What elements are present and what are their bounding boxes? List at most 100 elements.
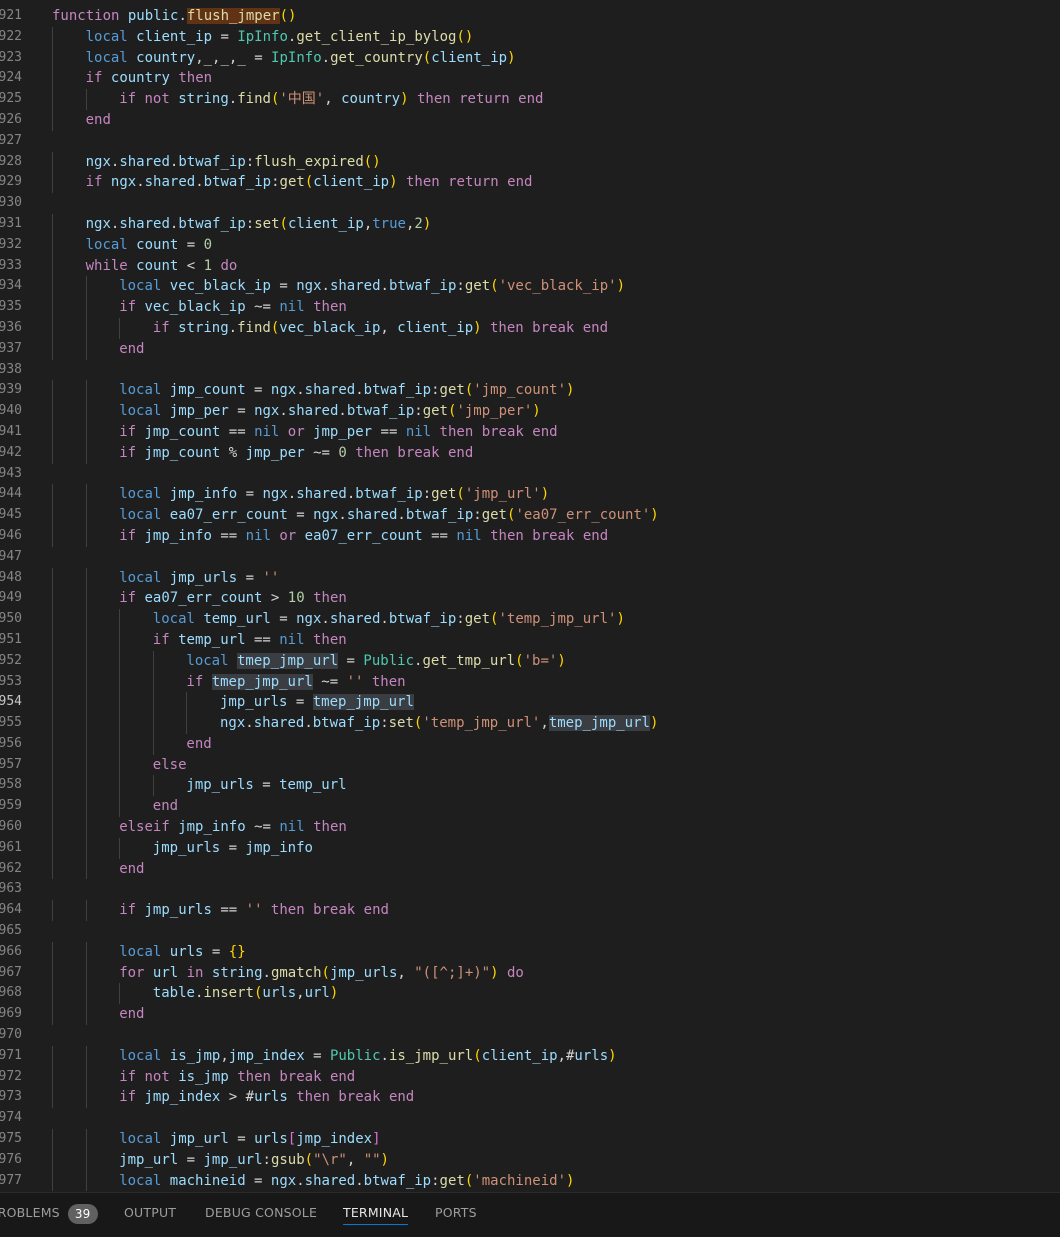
- code-token: ==: [245, 631, 280, 648]
- indent-guide: [119, 796, 121, 818]
- indent-guide: [52, 317, 53, 339]
- code-line[interactable]: else: [52, 754, 1060, 776]
- code-line[interactable]: ngx.shared.btwaf_ip:set(client_ip,true,2…: [52, 213, 1060, 235]
- code-line[interactable]: [52, 1025, 1060, 1046]
- indent-guide: [85, 317, 87, 339]
- code-token: 2: [414, 215, 423, 232]
- code-line[interactable]: if country then: [52, 68, 1060, 90]
- code-token: > #: [220, 1089, 255, 1106]
- code-line[interactable]: local machineid = ngx.shared.btwaf_ip:ge…: [52, 1170, 1060, 1192]
- code-line[interactable]: jmp_urls = jmp_info: [52, 837, 1060, 859]
- code-line[interactable]: jmp_url = jmp_url:gsub("\r", ""): [52, 1149, 1060, 1171]
- code-token: if: [119, 299, 145, 316]
- code-line[interactable]: if ngx.shared.btwaf_ip:get(client_ip) th…: [52, 172, 1060, 194]
- code-line[interactable]: local jmp_urls = '': [52, 567, 1060, 589]
- code-token: country: [341, 91, 401, 108]
- code-token: jmp_urls: [220, 694, 288, 711]
- code-token: 'jmp_count': [473, 382, 566, 399]
- code-line[interactable]: [52, 879, 1060, 900]
- code-line[interactable]: ngx.shared.btwaf_ip:set('temp_jmp_url',t…: [52, 713, 1060, 734]
- line-number: 938: [0, 361, 22, 377]
- code-line[interactable]: if jmp_count % jmp_per ~= 0 then break e…: [52, 442, 1060, 464]
- code-line[interactable]: [52, 193, 1060, 214]
- indent-guide: [152, 671, 154, 693]
- code-line[interactable]: [52, 1108, 1060, 1129]
- code-line[interactable]: end: [52, 858, 1060, 880]
- code-line[interactable]: local temp_url = ngx.shared.btwaf_ip:get…: [52, 609, 1060, 630]
- indent-guide: [119, 317, 121, 339]
- code-token: .: [380, 1047, 389, 1064]
- code-token: ==: [211, 527, 246, 544]
- indent-guide: [186, 692, 188, 714]
- code-line[interactable]: if not string.find('中国', country) then r…: [52, 89, 1060, 110]
- code-line[interactable]: local client_ip = IpInfo.get_client_ip_b…: [52, 26, 1060, 48]
- code-line[interactable]: local jmp_url = urls[jmp_index]: [52, 1129, 1060, 1150]
- indent-guide: [52, 1045, 53, 1067]
- code-line[interactable]: function public.flush_jmper(): [52, 6, 1060, 27]
- code-line[interactable]: [52, 921, 1060, 942]
- line-number: 926: [0, 111, 22, 127]
- code-line[interactable]: if vec_black_ip ~= nil then: [52, 297, 1060, 318]
- indent-guide: [85, 629, 87, 651]
- code-line[interactable]: [52, 360, 1060, 381]
- tab-ports[interactable]: PORTS: [435, 1193, 477, 1235]
- code-line[interactable]: end: [52, 338, 1060, 360]
- code-line[interactable]: while count < 1 do: [52, 255, 1060, 277]
- code-token: .: [338, 403, 347, 420]
- code-line[interactable]: jmp_urls = tmep_jmp_url: [52, 692, 1060, 714]
- code-token: shared: [329, 278, 381, 295]
- line-number: 925: [0, 91, 22, 107]
- code-line[interactable]: if tmep_jmp_url ~= '' then: [52, 671, 1060, 693]
- code-content[interactable]: function public.flush_jmper() local clien…: [52, 6, 1060, 1192]
- code-line[interactable]: local vec_black_ip = ngx.shared.btwaf_ip…: [52, 276, 1060, 298]
- code-line[interactable]: local is_jmp,jmp_index = Public.is_jmp_u…: [52, 1045, 1060, 1067]
- code-line[interactable]: if ea07_err_count > 10 then: [52, 588, 1060, 610]
- indent-guide: [119, 775, 121, 797]
- code-line[interactable]: local tmep_jmp_url = Public.get_tmp_url(…: [52, 650, 1060, 672]
- code-line[interactable]: [52, 131, 1060, 152]
- code-token: jmp_index: [228, 1047, 305, 1064]
- code-line[interactable]: if jmp_index > #urls then break end: [52, 1087, 1060, 1109]
- code-line[interactable]: if jmp_info == nil or ea07_err_count == …: [52, 525, 1060, 547]
- code-token: 'temp_jmp_url': [422, 715, 541, 732]
- tab-terminal[interactable]: TERMINAL: [343, 1193, 409, 1235]
- code-line[interactable]: end: [52, 1004, 1060, 1026]
- code-line[interactable]: [52, 464, 1060, 485]
- code-line[interactable]: local jmp_per = ngx.shared.btwaf_ip:get(…: [52, 401, 1060, 422]
- code-line[interactable]: elseif jmp_info ~= nil then: [52, 817, 1060, 838]
- code-line[interactable]: local count = 0: [52, 234, 1060, 256]
- code-token: local: [85, 28, 137, 45]
- code-line[interactable]: end: [52, 109, 1060, 131]
- code-token: {}: [228, 943, 246, 960]
- code-line[interactable]: if temp_url == nil then: [52, 629, 1060, 651]
- indent-guide: [85, 297, 87, 318]
- code-line[interactable]: local urls = {}: [52, 941, 1060, 963]
- code-token: break: [279, 1068, 330, 1085]
- code-line[interactable]: jmp_urls = temp_url: [52, 775, 1060, 797]
- code-line[interactable]: table.insert(urls,url): [52, 983, 1060, 1005]
- code-line[interactable]: local jmp_count = ngx.shared.btwaf_ip:ge…: [52, 380, 1060, 402]
- code-line[interactable]: for url in string.gmatch(jmp_urls, "([^;…: [52, 962, 1060, 984]
- code-token: jmp_urls: [152, 839, 221, 856]
- code-token: end: [532, 423, 558, 440]
- code-line[interactable]: end: [52, 796, 1060, 818]
- code-line[interactable]: if jmp_count == nil or jmp_per == nil th…: [52, 421, 1060, 443]
- code-token: ngx: [296, 278, 322, 295]
- tab-problems[interactable]: PROBLEMS 39: [0, 1193, 98, 1235]
- code-line[interactable]: if not is_jmp then break end: [52, 1066, 1060, 1088]
- code-line[interactable]: if string.find(vec_black_ip, client_ip) …: [52, 317, 1060, 339]
- code-token: ngx: [85, 153, 111, 170]
- indent-guide: [52, 1129, 53, 1150]
- code-line[interactable]: local ea07_err_count = ngx.shared.btwaf_…: [52, 505, 1060, 526]
- code-editor[interactable]: 921 922 923 924 925 926 927 928 929 930 931 932 933 9…: [0, 0, 1060, 1192]
- tab-debug-console[interactable]: DEBUG CONSOLE: [205, 1193, 317, 1235]
- code-token: jmp_info: [178, 819, 246, 836]
- code-line[interactable]: if jmp_urls == '' then break end: [52, 900, 1060, 922]
- code-line[interactable]: local jmp_info = ngx.shared.btwaf_ip:get…: [52, 484, 1060, 506]
- code-line[interactable]: local country,_,_,_ = IpInfo.get_country…: [52, 47, 1060, 69]
- code-line[interactable]: ngx.shared.btwaf_ip:flush_expired(): [52, 151, 1060, 173]
- tab-output[interactable]: OUTPUT: [124, 1193, 176, 1235]
- code-line[interactable]: [52, 547, 1060, 568]
- code-token: ngx: [296, 611, 322, 628]
- code-line[interactable]: end: [52, 733, 1060, 755]
